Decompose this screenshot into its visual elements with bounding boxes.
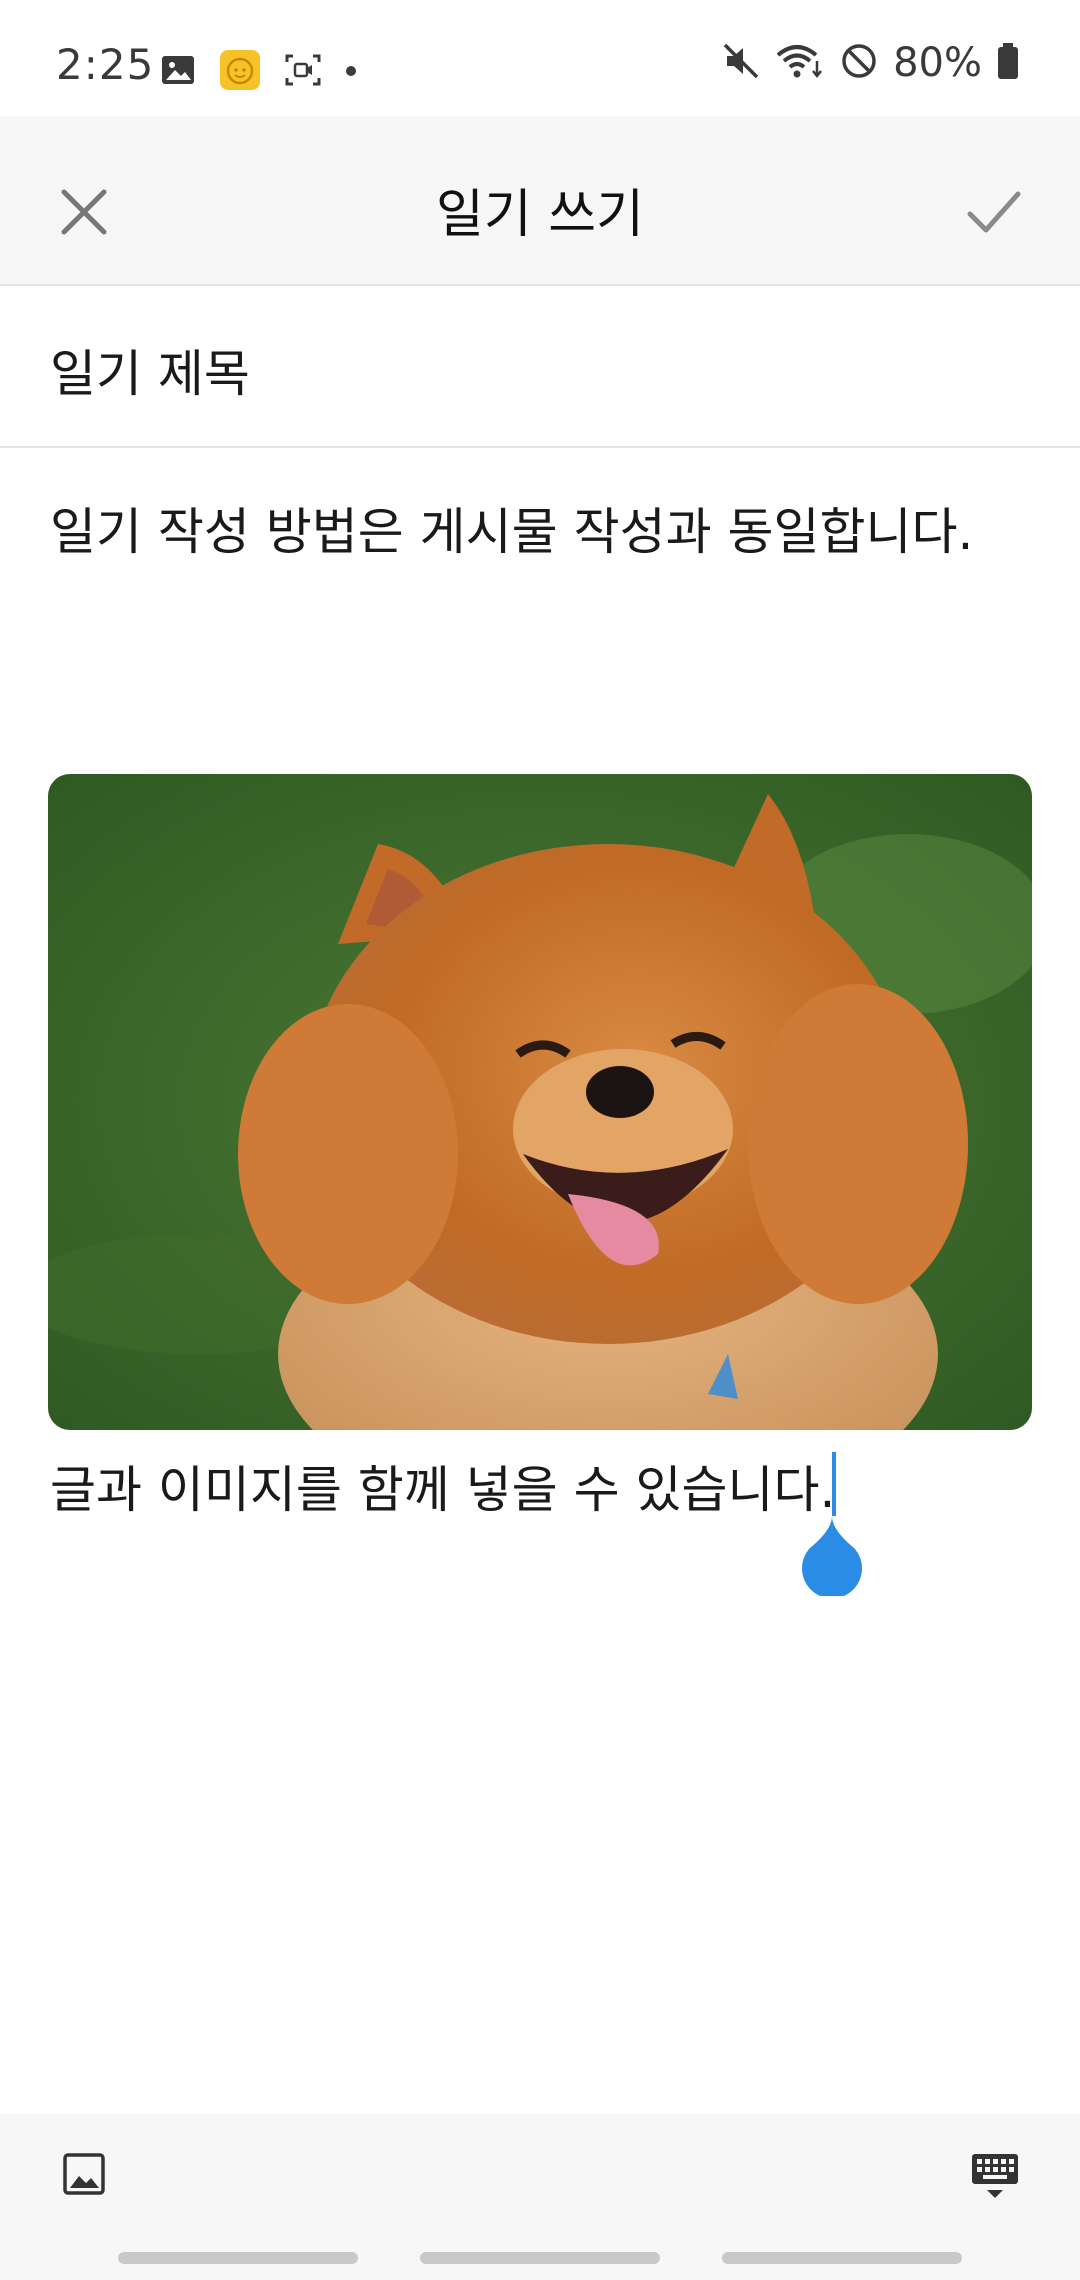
battery-icon xyxy=(996,42,1020,84)
no-disturb-icon xyxy=(839,41,879,85)
gallery-icon xyxy=(160,52,196,92)
text-cursor xyxy=(832,1452,836,1516)
nav-home-button[interactable] xyxy=(420,2252,660,2264)
status-time: 2:25 xyxy=(56,40,155,89)
nav-recent-button[interactable] xyxy=(118,2252,358,2264)
baby-face-app-icon xyxy=(218,48,262,96)
cursor-drag-handle[interactable] xyxy=(798,1512,866,1599)
diary-title-field[interactable]: 일기 제목 xyxy=(0,286,1080,448)
image-icon xyxy=(63,2153,105,2195)
close-icon xyxy=(61,189,107,235)
diary-body-text[interactable]: 일기 작성 방법은 게시물 작성과 동일합니다. xyxy=(50,492,1030,564)
status-right-icons: 80% xyxy=(721,40,1020,86)
diary-title-value: 일기 제목 xyxy=(50,345,250,403)
wifi-icon xyxy=(775,41,825,85)
mute-icon xyxy=(721,41,761,85)
nav-back-button[interactable] xyxy=(722,2252,962,2264)
cursor-handle-icon xyxy=(802,1516,862,1599)
close-button[interactable] xyxy=(56,184,112,240)
screen-record-icon xyxy=(284,52,322,92)
insert-image-button[interactable] xyxy=(62,2152,106,2196)
dog-image xyxy=(48,774,1032,1430)
status-left-icons xyxy=(160,48,358,96)
dot-icon xyxy=(344,63,358,82)
check-icon xyxy=(967,191,1021,233)
attached-dog-photo[interactable] xyxy=(48,774,1032,1430)
keyboard-hide-icon xyxy=(972,2154,1018,2198)
diary-caption-text[interactable]: 글과 이미지를 함께 넣을 수 있습니다. xyxy=(50,1450,835,1522)
app-header: 일기 쓰기 xyxy=(0,116,1080,286)
status-bar: 2:25 80% xyxy=(0,0,1080,116)
page-title: 일기 쓰기 xyxy=(436,185,644,245)
confirm-button[interactable] xyxy=(964,184,1024,240)
hide-keyboard-button[interactable] xyxy=(970,2152,1020,2200)
battery-percent: 80% xyxy=(893,40,982,86)
